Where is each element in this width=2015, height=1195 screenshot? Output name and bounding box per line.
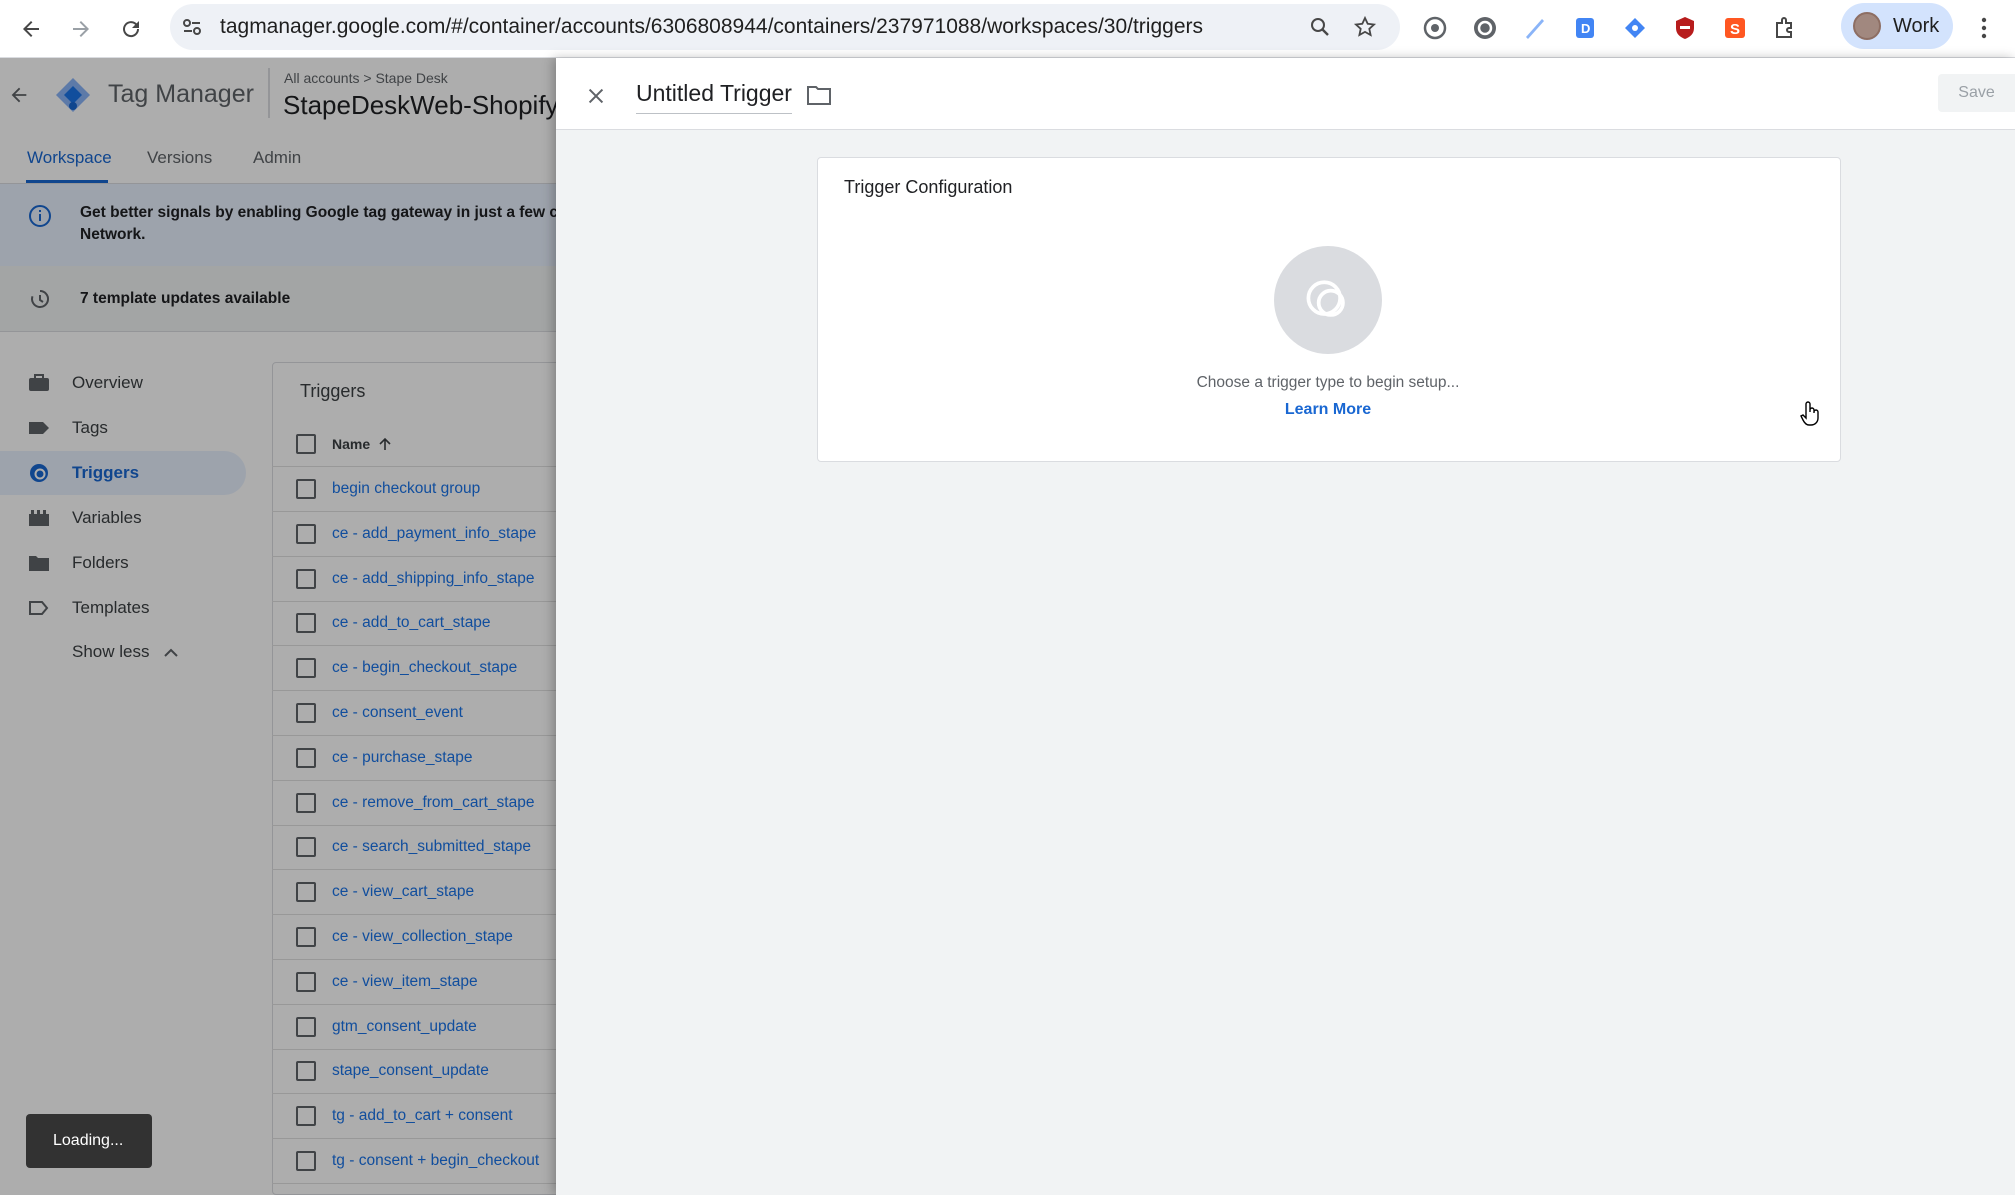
- browser-toolbar: tagmanager.google.com/#/container/accoun…: [0, 0, 2015, 58]
- trigger-configuration-title: Trigger Configuration: [844, 177, 1013, 197]
- close-icon[interactable]: [580, 80, 612, 112]
- background-scrim[interactable]: [0, 58, 556, 1195]
- grammarly-icon[interactable]: [1471, 14, 1499, 42]
- trigger-name-input[interactable]: Untitled Trigger: [636, 80, 792, 114]
- blue-d-extension-icon[interactable]: D: [1571, 14, 1599, 42]
- profile-label: Work: [1893, 14, 1940, 37]
- svg-text:S: S: [1730, 21, 1740, 38]
- profile-chip[interactable]: Work: [1841, 3, 1953, 49]
- tag-assistant-icon[interactable]: [1621, 14, 1649, 42]
- back-icon[interactable]: [12, 10, 50, 48]
- hand-cursor-icon: [1800, 400, 1822, 426]
- save-button[interactable]: Save: [1938, 74, 2015, 112]
- shield-extension-icon[interactable]: [1671, 14, 1699, 42]
- extension-1-icon[interactable]: [1421, 14, 1449, 42]
- pen-extension-icon[interactable]: [1521, 14, 1549, 42]
- puzzle-extensions-icon[interactable]: [1771, 14, 1799, 42]
- zoom-icon[interactable]: [1308, 15, 1332, 39]
- trigger-type-placeholder-icon[interactable]: [1274, 246, 1382, 354]
- trigger-type-hint: Choose a trigger type to begin setup...: [1196, 374, 1460, 391]
- more-menu-icon[interactable]: [1980, 16, 1988, 40]
- reload-icon[interactable]: [112, 10, 150, 48]
- folder-icon[interactable]: [806, 84, 832, 106]
- loading-toast: Loading...: [26, 1114, 152, 1168]
- address-bar[interactable]: tagmanager.google.com/#/container/accoun…: [170, 4, 1400, 50]
- forward-icon[interactable]: [62, 10, 100, 48]
- site-info-icon[interactable]: [180, 15, 204, 39]
- svg-text:D: D: [1581, 21, 1590, 36]
- learn-more-link[interactable]: Learn More: [1228, 401, 1428, 419]
- url-text[interactable]: tagmanager.google.com/#/container/accoun…: [220, 4, 1203, 50]
- avatar: [1853, 12, 1881, 40]
- stape-extension-icon[interactable]: S: [1721, 14, 1749, 42]
- bookmark-star-icon[interactable]: [1353, 15, 1377, 39]
